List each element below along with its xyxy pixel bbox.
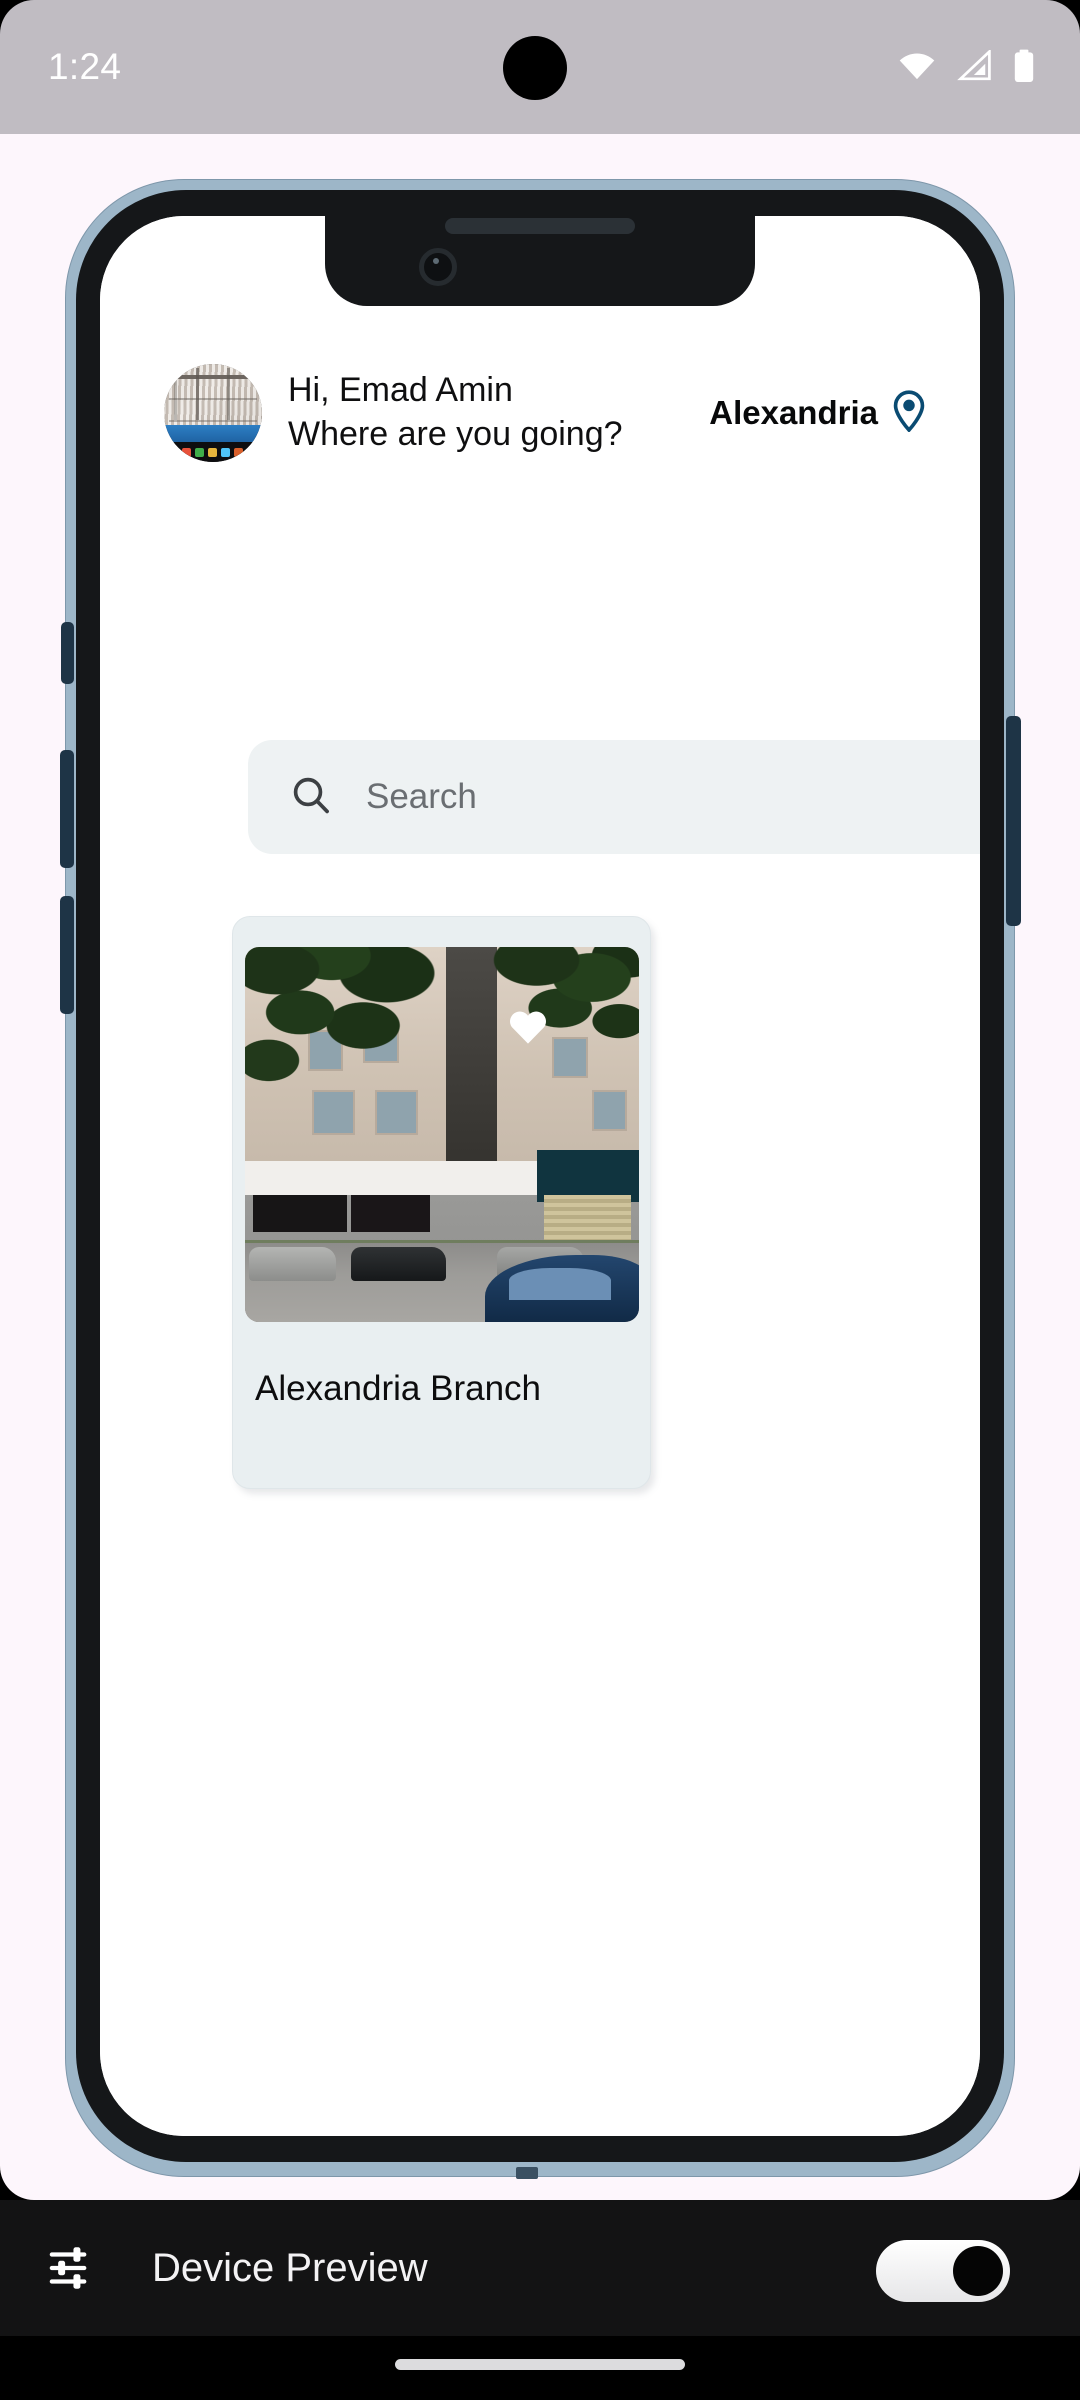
greeting-subtitle: Where are you going?	[288, 415, 623, 453]
volume-up-button[interactable]	[60, 750, 74, 868]
device-preview-bar: Device Preview	[0, 2200, 1080, 2336]
status-bar-icons	[896, 44, 1036, 92]
power-button[interactable]	[1006, 716, 1021, 926]
greeting-block: Hi, Emad Amin Where are you going?	[288, 369, 709, 456]
place-card[interactable]: Alexandria Branch	[232, 916, 651, 1489]
cellular-signal-icon	[956, 47, 994, 87]
device-notch	[325, 216, 755, 306]
front-camera-cutout	[503, 36, 567, 100]
android-status-bar: 1:24	[0, 0, 1080, 134]
volume-down-button[interactable]	[60, 896, 74, 1014]
tune-sliders-icon[interactable]	[46, 2241, 100, 2295]
status-bar-clock: 1:24	[48, 46, 122, 87]
search-icon	[290, 774, 332, 821]
avatar[interactable]	[164, 364, 262, 462]
silent-switch-button[interactable]	[61, 622, 74, 684]
greeting-text: Hi, Emad Amin	[288, 371, 513, 410]
toggle-knob	[953, 2246, 1003, 2296]
android-navigation-pill[interactable]	[395, 2359, 685, 2370]
antenna-band	[516, 2167, 538, 2179]
search-input[interactable]: Search	[248, 740, 980, 854]
heart-icon[interactable]	[507, 1007, 549, 1045]
avatar-image	[164, 364, 262, 425]
device-screen: Hi, Emad Amin Where are you going? Alexa…	[100, 216, 980, 2136]
app-screen-content: Hi, Emad Amin Where are you going? Alexa…	[100, 216, 980, 2136]
battery-icon	[1012, 49, 1036, 88]
selfie-camera-icon	[419, 248, 457, 286]
place-card-title: Alexandria Branch	[255, 1369, 541, 1408]
device-preview-toggle[interactable]	[876, 2240, 1010, 2302]
earpiece-speaker	[445, 218, 635, 234]
city-label: Alexandria	[709, 394, 878, 431]
search-placeholder: Search	[366, 777, 477, 816]
city-selector[interactable]: Alexandria	[709, 389, 926, 437]
location-pin-icon	[892, 389, 926, 437]
wifi-icon	[896, 50, 938, 87]
app-header: Hi, Emad Amin Where are you going? Alexa…	[164, 364, 926, 462]
device-frame: Hi, Emad Amin Where are you going? Alexa…	[60, 180, 1021, 2179]
device-preview-canvas: Hi, Emad Amin Where are you going? Alexa…	[0, 134, 1080, 2200]
device-preview-label: Device Preview	[152, 2245, 428, 2290]
place-photo	[245, 947, 639, 1322]
